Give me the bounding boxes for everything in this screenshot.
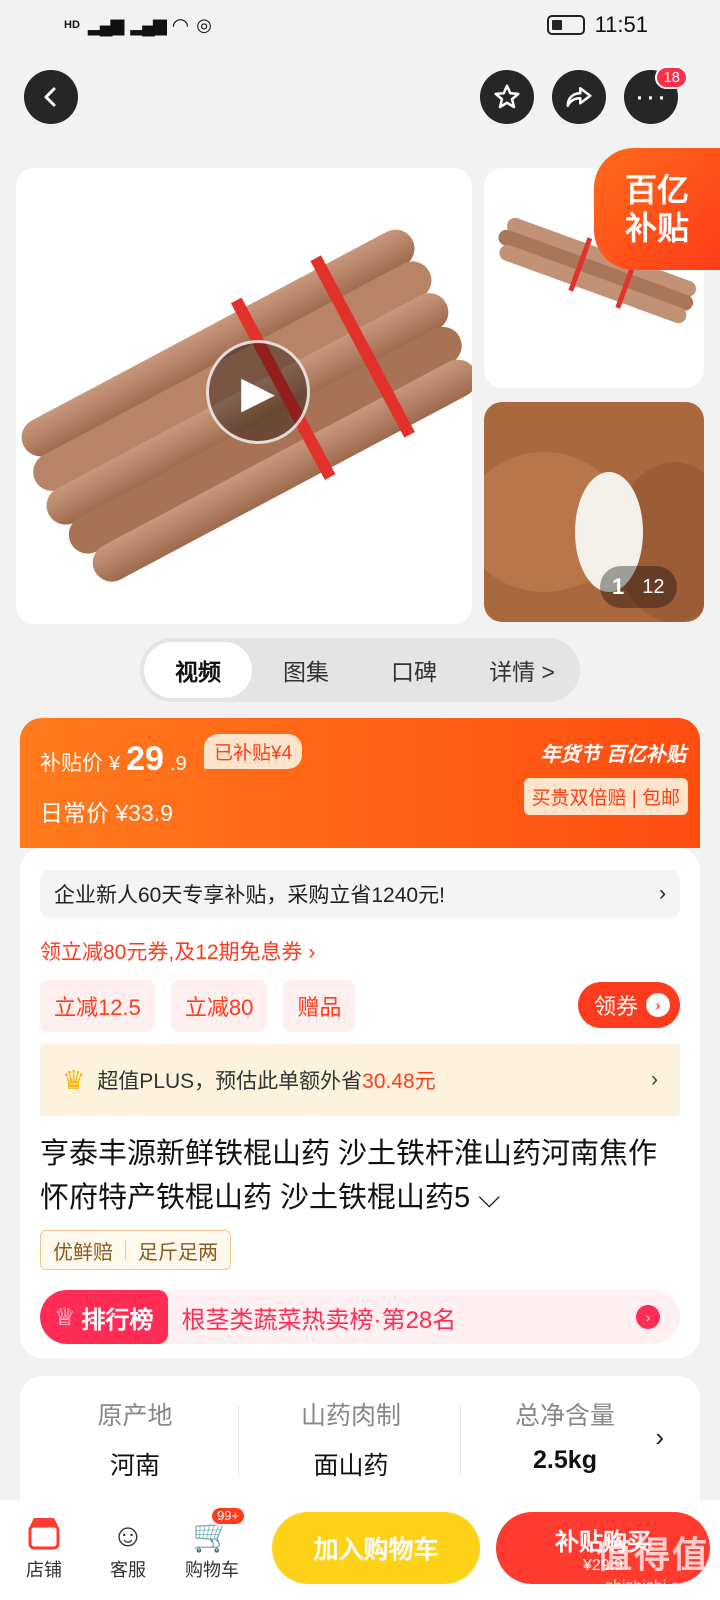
service-tag: 优鲜赔 xyxy=(53,1241,113,1264)
chevron-right-icon: › xyxy=(651,1068,658,1091)
play-icon: ▶ xyxy=(241,367,275,417)
notification-badge: 18 xyxy=(655,66,688,89)
store-button[interactable]: 店铺 xyxy=(4,1514,84,1582)
subsidy-corner-line2: 补贴 xyxy=(624,210,689,246)
service-tags[interactable]: 优鲜赔 足斤足两 xyxy=(40,1230,231,1270)
plus-savings-banner[interactable]: ♛ 超值PLUS，预估此单额外省 30.48元 › xyxy=(40,1044,680,1116)
subsidized-amount-tag: 已补贴¥4 xyxy=(204,734,303,769)
crown-icon: ♛ xyxy=(62,1064,86,1095)
favorite-button[interactable] xyxy=(480,70,534,124)
discount-chip[interactable]: 立减80 xyxy=(170,980,268,1032)
share-button[interactable] xyxy=(552,70,606,124)
subsidy-corner-badge: 百亿 补贴 xyxy=(594,148,720,270)
image-counter-total: 12 xyxy=(642,575,665,598)
add-to-cart-button[interactable]: 加入购物车 xyxy=(272,1512,480,1584)
signal-icon: ▂▄▆ xyxy=(87,14,124,35)
spec-value: 河南 xyxy=(109,1452,160,1480)
price-card: 补贴价 ¥ 29 .9 已补贴¥4 日常价 ¥33.9 年货节 百亿补贴 买贵双… xyxy=(20,718,700,848)
share-icon xyxy=(566,87,592,107)
ranking-badge-label: 排行榜 xyxy=(81,1306,154,1334)
wechat-icon: ◎ xyxy=(196,14,212,35)
store-icon xyxy=(28,1518,60,1550)
guarantee-tag: 买贵双倍赔 | 包邮 xyxy=(523,778,688,815)
get-coupon-button[interactable]: 领券 › xyxy=(577,982,680,1028)
spec-divider xyxy=(238,1406,239,1476)
spec-key: 总净含量 xyxy=(514,1402,615,1430)
cart-label: 购物车 xyxy=(185,1560,239,1580)
customer-service-label: 客服 xyxy=(110,1560,146,1580)
tab-gallery[interactable]: 图集 xyxy=(252,642,360,698)
image-counter-current: 1 xyxy=(612,574,625,599)
star-icon xyxy=(494,84,520,109)
wifi-icon: ◠ xyxy=(172,14,189,37)
subsidy-price-label: 补贴价 xyxy=(40,752,103,775)
customer-service-button[interactable]: ☺ 客服 xyxy=(88,1514,168,1582)
cart-icon: 🛒 99+ xyxy=(192,1506,247,1556)
more-button[interactable]: ··· 18 xyxy=(624,66,688,124)
price-integer: 29 xyxy=(126,740,164,778)
store-label: 店铺 xyxy=(26,1560,62,1580)
network-icon: HD xyxy=(64,19,80,31)
cart-count-badge: 99+ xyxy=(210,1506,247,1526)
subsidy-price: 补贴价 ¥ 29 .9 xyxy=(40,740,187,779)
signal-icons: HD ▂▄▆ ▂▄▆ ◠ ◎ xyxy=(64,13,212,38)
cart-button[interactable]: 🛒 99+ 购物车 xyxy=(172,1506,252,1582)
spec-value: 面山药 xyxy=(313,1452,389,1480)
gift-chip[interactable]: 赠品 xyxy=(283,980,356,1032)
chevron-right-icon: › xyxy=(659,882,666,905)
spec-value: 2.5kg xyxy=(533,1446,597,1474)
tab-reviews[interactable]: 口碑 xyxy=(360,642,468,698)
enterprise-promo-banner[interactable]: 企业新人60天专享补贴，采购立省1240元! › xyxy=(40,870,680,918)
tab-video[interactable]: 视频 xyxy=(144,642,252,698)
enterprise-promo-text: 企业新人60天专享补贴，采购立省1240元! xyxy=(54,884,445,907)
product-title[interactable]: 亨泰丰源新鲜铁棍山药 沙土铁杆淮山药河南焦作怀府特产铁棍山药 沙土铁棍山药5 ⌵ xyxy=(40,1132,680,1220)
ranking-badge: ♕ 排行榜 xyxy=(40,1290,168,1344)
chevron-left-icon xyxy=(44,87,56,107)
spec-flesh-type: 山药肉制 面山药 xyxy=(246,1396,456,1482)
tab-details[interactable]: 详情 > xyxy=(468,642,576,698)
daily-price: 日常价 ¥33.9 xyxy=(40,800,173,826)
ranking-text: 根茎类蔬菜热卖榜·第28名 xyxy=(181,1306,457,1334)
main-product-video[interactable]: ▶ xyxy=(16,168,472,624)
coupon-offer-link[interactable]: 领立减80元券,及12期免息券 › xyxy=(40,936,315,966)
signal-icon-2: ▂▄▆ xyxy=(130,14,166,35)
price-decimal: .9 xyxy=(169,753,187,775)
play-video-button[interactable]: ▶ xyxy=(206,340,310,444)
clock: 11:51 xyxy=(594,12,648,37)
product-info-card: 企业新人60天专享补贴，采购立省1240元! › 领立减80元券,及12期免息券… xyxy=(20,848,700,1358)
plus-savings-text: 超值PLUS，预估此单额外省 xyxy=(97,1070,363,1093)
spec-origin: 原产地 河南 xyxy=(30,1396,240,1482)
discount-chip[interactable]: 立减12.5 xyxy=(40,980,155,1032)
media-tab-bar: 视频 图集 口碑 详情 > xyxy=(140,638,580,702)
chat-icon: ☺ xyxy=(111,1517,145,1553)
brand-campaign-tag[interactable]: 年货节 百亿补贴 xyxy=(540,738,686,767)
chevron-right-icon[interactable]: › xyxy=(655,1422,664,1453)
spec-net-weight: 总净含量 2.5kg xyxy=(460,1396,670,1475)
gallery-thumbnail-2[interactable]: 1 12 xyxy=(484,402,704,622)
subsidy-corner-line1: 百亿 xyxy=(624,172,689,208)
trophy-icon: ♕ xyxy=(54,1303,76,1331)
site-watermark: 值得值 zhizhizhi.com xyxy=(596,1526,710,1596)
bottom-action-bar: 店铺 ☺ 客服 🛒 99+ 购物车 加入购物车 补贴购买 ¥29.9 值得值 z… xyxy=(0,1500,720,1600)
ranking-banner[interactable]: ♕ 排行榜 根茎类蔬菜热卖榜·第28名 › xyxy=(40,1290,680,1344)
spec-key: 原产地 xyxy=(97,1402,173,1430)
watermark-logo: 值得值 xyxy=(595,1534,710,1575)
chevron-right-icon: › xyxy=(646,993,670,1017)
discount-chips: 立减12.5 立减80 赠品 xyxy=(40,980,356,1032)
spec-key: 山药肉制 xyxy=(300,1402,401,1430)
battery-icon xyxy=(546,15,585,35)
back-button[interactable] xyxy=(24,70,78,124)
watermark-url: zhizhizhi.com xyxy=(604,1578,701,1595)
image-counter: 1 12 xyxy=(600,566,677,608)
plus-savings-amount: 30.48元 xyxy=(362,1070,436,1093)
get-coupon-label: 领券 xyxy=(593,994,638,1019)
status-bar: HD ▂▄▆ ▂▄▆ ◠ ◎ 11:51 xyxy=(0,0,720,50)
service-tag: 足斤足两 xyxy=(138,1241,218,1264)
currency-symbol: ¥ xyxy=(109,753,121,775)
chevron-right-icon: › xyxy=(636,1305,660,1329)
